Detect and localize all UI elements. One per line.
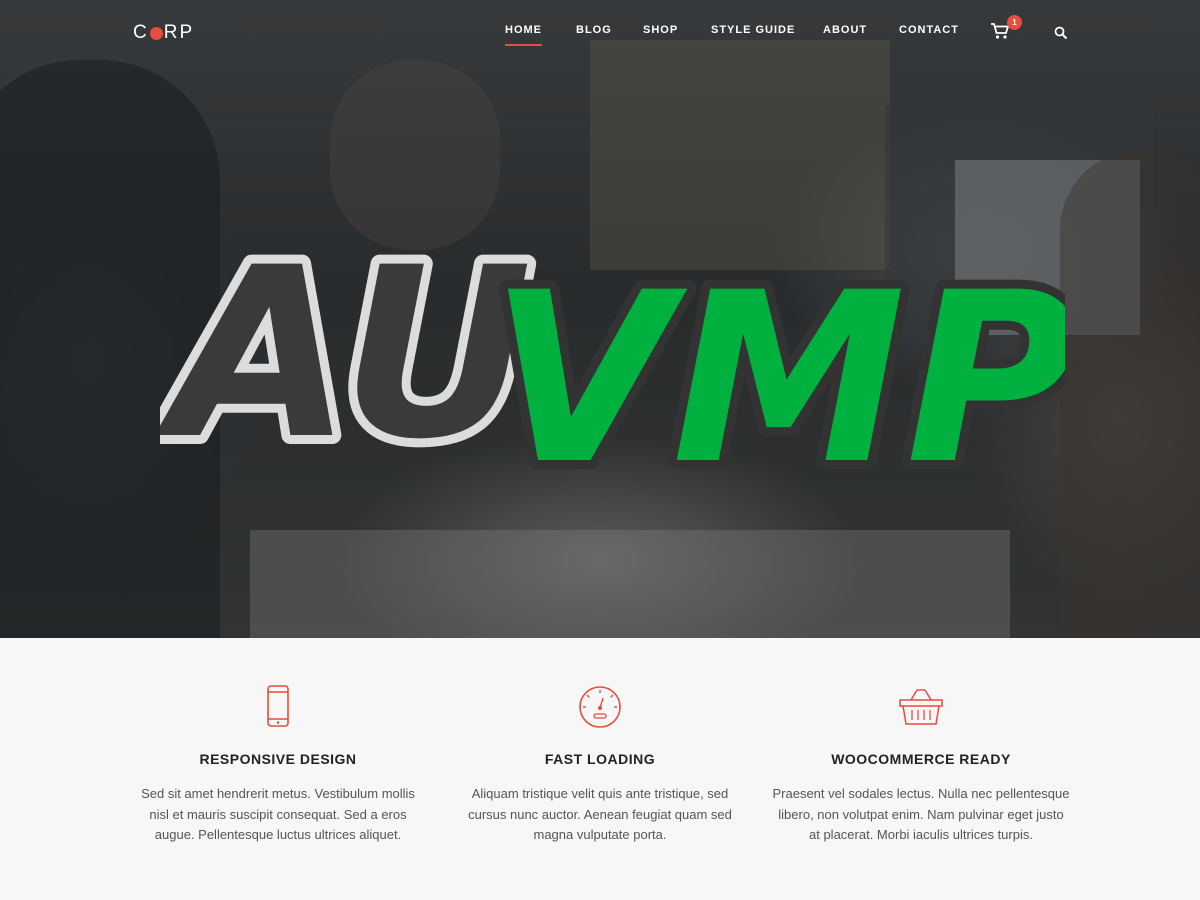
watermark-text-au: AU (160, 218, 532, 491)
menu-item-contact[interactable]: CONTACT (899, 24, 959, 36)
menu-item-blog[interactable]: BLOG (576, 24, 612, 36)
feature-title: FAST LOADING (544, 751, 656, 767)
site-header: C RP HOME BLOG SHOP STYLE GUIDE ABOUT CO… (0, 0, 1200, 64)
cart-count-badge: 1 (1007, 15, 1022, 30)
feature-title: WOOCOMMERCE READY (831, 751, 1011, 767)
feature-description: Sed sit amet hendrerit metus. Vestibulum… (128, 784, 428, 846)
search-icon[interactable] (1054, 26, 1068, 40)
logo-text-left: C (133, 22, 149, 43)
menu-item-shop[interactable]: SHOP (643, 24, 678, 36)
feature-description: Praesent vel sodales lectus. Nulla nec p… (771, 784, 1071, 846)
feature-line: augue. Pellentesque luctus ultrices aliq… (154, 827, 402, 842)
shopping-basket-icon (899, 689, 943, 725)
mobile-phone-icon (267, 685, 289, 727)
logo-text-right: RP (163, 22, 195, 43)
feature-line: Sed sit amet hendrerit metus. Vestibulum… (141, 786, 415, 801)
watermark-text-vmp: VMP (490, 243, 1065, 505)
feature-line: libero, non volutpat enim. Nam pulvinar … (778, 806, 1064, 822)
menu-item-style-guide[interactable]: STYLE GUIDE (711, 24, 795, 36)
site-logo[interactable]: C RP (133, 22, 194, 44)
speedometer-icon (579, 686, 621, 728)
feature-line: cursus nunc auctor. Aenean feugiat quam … (468, 806, 732, 822)
feature-line: magna vulputate porta. (533, 827, 667, 842)
features-section: RESPONSIVE DESIGN Sed sit amet hendrerit… (0, 638, 1200, 900)
feature-line: Praesent vel sodales lectus. Nulla nec p… (772, 786, 1070, 801)
auvmp-watermark: AU VMP (160, 209, 1065, 505)
feature-line: Aliquam tristique velit quis ante tristi… (471, 786, 729, 801)
feature-line: nisl et mauris suscipit consequat. Sed a… (149, 806, 407, 822)
feature-line: at placerat. Morbi iaculis ultrices turp… (809, 827, 1033, 842)
menu-item-home[interactable]: HOME (505, 24, 542, 46)
logo-dot (149, 26, 163, 40)
feature-title: RESPONSIVE DESIGN (199, 751, 357, 767)
feature-description: Aliquam tristique velit quis ante tristi… (450, 784, 750, 846)
menu-item-about[interactable]: ABOUT (823, 24, 867, 36)
